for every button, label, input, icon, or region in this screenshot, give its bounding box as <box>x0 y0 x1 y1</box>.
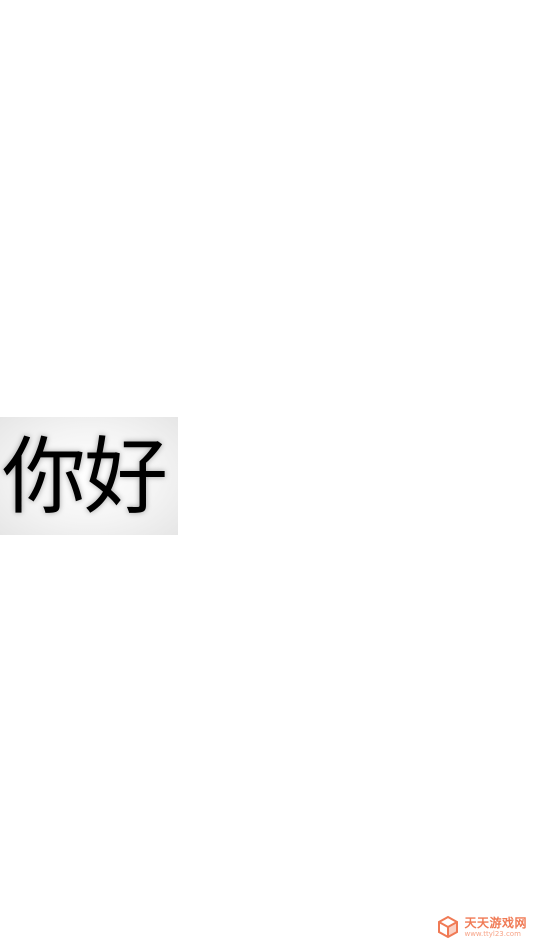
greeting-box: 你好 <box>0 417 178 535</box>
watermark-title: 天天游戏网 <box>464 915 527 930</box>
watermark-text: 天天游戏网 www.ttyl23.com <box>464 917 527 938</box>
greeting-text: 你好 <box>2 428 168 526</box>
cube-logo-icon <box>438 915 459 939</box>
watermark-url: www.ttyl23.com <box>464 929 521 938</box>
watermark: 天天游戏网 www.ttyl23.com <box>436 915 527 939</box>
